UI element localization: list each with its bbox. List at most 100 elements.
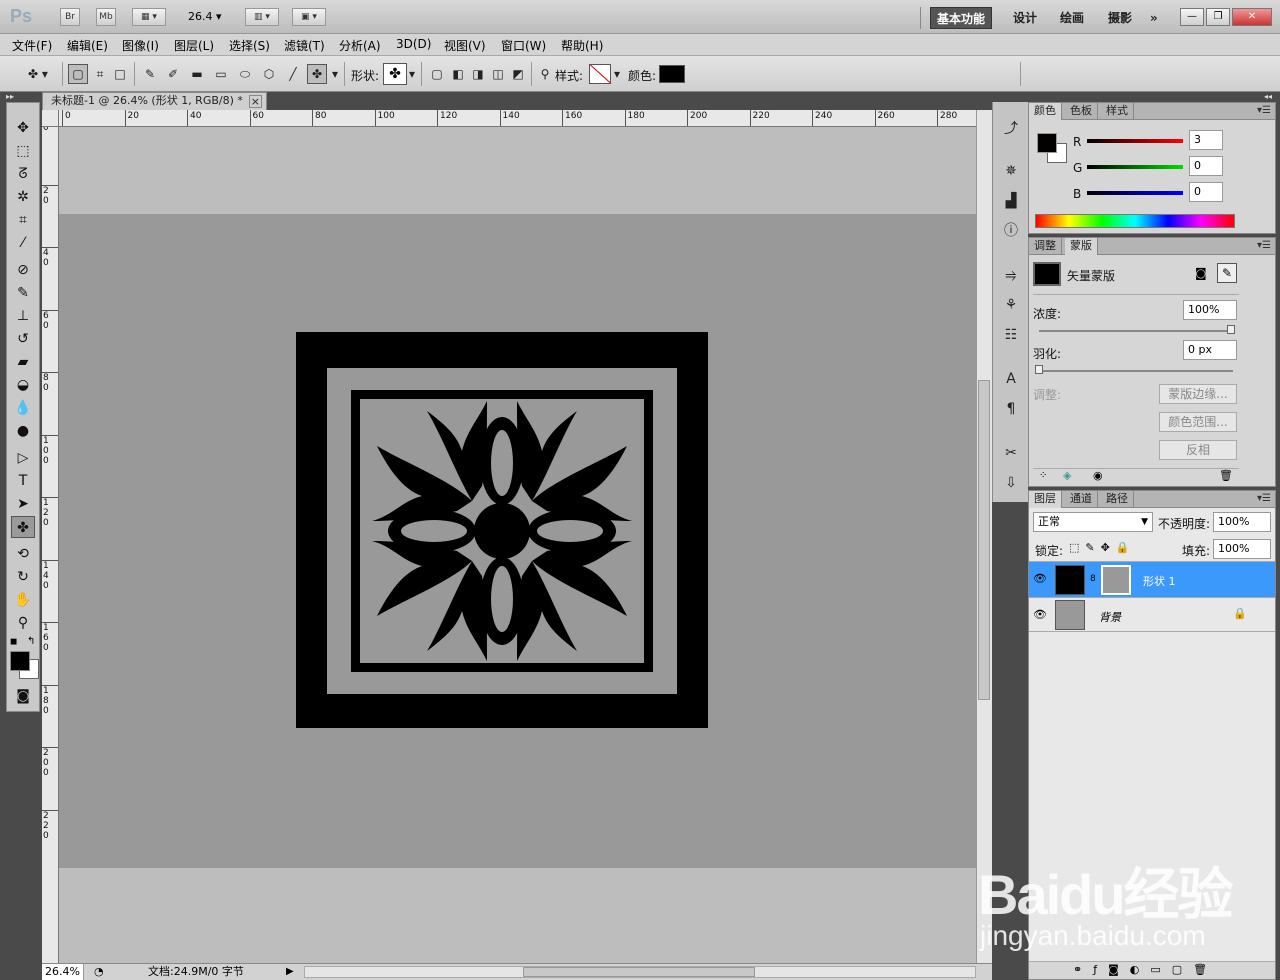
link-style-icon[interactable]: ⚲: [535, 64, 555, 84]
menu-view[interactable]: 视图(V): [444, 37, 486, 54]
layer-actions-icons[interactable]: ⚭ƒ◙◐▭▢🗑: [1073, 963, 1218, 976]
quick-mask-icon[interactable]: ◙: [11, 685, 35, 707]
navigator-icon[interactable]: ✵: [999, 160, 1023, 182]
bridge-button[interactable]: Br: [60, 8, 80, 26]
status-menu-arrow-icon[interactable]: ▶: [286, 964, 294, 980]
b-slider[interactable]: [1087, 191, 1183, 195]
r-slider[interactable]: [1087, 139, 1183, 143]
toolbar-collapse-icon[interactable]: ▸▸: [6, 92, 14, 101]
custom-shape-icon[interactable]: ✤: [307, 64, 327, 84]
shape-picker-arrow-icon[interactable]: ▾: [406, 64, 418, 84]
ruler-origin[interactable]: [42, 110, 59, 127]
history-brush-tool-icon[interactable]: ↺: [11, 328, 35, 350]
color-swatch[interactable]: [659, 65, 685, 83]
foreground-color-swatch[interactable]: [10, 651, 30, 671]
menu-3d[interactable]: 3D(D): [396, 37, 431, 51]
more-workspaces-icon[interactable]: »: [1150, 7, 1158, 29]
3d-rotate-tool-icon[interactable]: ⟲: [11, 543, 35, 565]
density-slider-thumb[interactable]: [1227, 325, 1235, 334]
menu-help[interactable]: 帮助(H): [561, 37, 603, 54]
pixel-mask-icon[interactable]: ◙: [1195, 266, 1207, 280]
subtract-from-shape-area-icon[interactable]: ◨: [468, 64, 488, 84]
style-picker-arrow-icon[interactable]: ▾: [611, 64, 623, 84]
tab-color[interactable]: 颜色: [1029, 103, 1062, 120]
workspace-photography[interactable]: 摄影: [1108, 7, 1132, 29]
layer-background-thumbnail[interactable]: [1055, 600, 1085, 630]
status-icon[interactable]: ◔: [94, 964, 104, 980]
animation-icon[interactable]: ⇩: [999, 472, 1023, 494]
character-icon[interactable]: A: [999, 368, 1023, 390]
layer-row-shape[interactable]: 👁 8 形状 1: [1029, 562, 1275, 598]
tab-layers[interactable]: 图层: [1029, 491, 1062, 508]
visibility-eye-icon[interactable]: 👁: [1033, 572, 1047, 585]
ellipse-icon[interactable]: ⬭: [235, 64, 255, 84]
geometry-options-icon[interactable]: ▾: [329, 64, 341, 84]
tab-masks[interactable]: 蒙版: [1065, 238, 1098, 255]
intersect-shape-areas-icon[interactable]: ◫: [488, 64, 508, 84]
load-selection-icon[interactable]: ⁘: [1039, 470, 1047, 481]
dodge-tool-icon[interactable]: ●: [11, 420, 35, 442]
add-to-shape-area-icon[interactable]: ◧: [448, 64, 468, 84]
default-colors-icon[interactable]: ◼: [10, 637, 17, 647]
rounded-rectangle-icon[interactable]: ▭: [211, 64, 231, 84]
style-picker[interactable]: [589, 64, 611, 84]
minimize-icon[interactable]: —: [1180, 8, 1204, 26]
path-selection-tool-icon[interactable]: ➤: [11, 493, 35, 515]
fg-color-box[interactable]: [1037, 133, 1057, 153]
menu-analysis[interactable]: 分析(A): [339, 37, 381, 54]
document-tab[interactable]: 未标题-1 @ 26.4% (形状 1, RGB/8) * ×: [42, 92, 267, 110]
custom-shape-tool-icon[interactable]: ✤: [11, 516, 35, 538]
density-slider[interactable]: [1039, 330, 1233, 332]
panel-menu-icon[interactable]: ▾☰: [1257, 105, 1271, 116]
brush-tool-icon[interactable]: ✎: [11, 282, 35, 304]
layer-row-background[interactable]: 👁 背景 🔒: [1029, 598, 1275, 632]
crop-tool-icon[interactable]: ⌗: [11, 209, 35, 231]
tab-swatches[interactable]: 色板: [1065, 103, 1098, 120]
tab-adjustments[interactable]: 调整: [1029, 238, 1062, 255]
zoom-tool-icon[interactable]: ⚲: [11, 612, 35, 634]
paragraph-icon[interactable]: ¶: [999, 398, 1023, 420]
vector-mask-icon[interactable]: ✎: [1217, 263, 1237, 283]
layer-name-background[interactable]: 背景: [1099, 609, 1121, 625]
eraser-tool-icon[interactable]: ▰: [11, 351, 35, 373]
ornament-shape[interactable]: [296, 332, 708, 728]
feather-input[interactable]: 0 px: [1183, 340, 1237, 360]
mask-edge-button[interactable]: 蒙版边缘...: [1159, 384, 1237, 404]
blend-mode-select[interactable]: 正常 ▼: [1033, 512, 1153, 532]
brush-presets-icon[interactable]: ⥤: [999, 264, 1023, 286]
pen-icon[interactable]: ✎: [140, 64, 160, 84]
panel-menu-icon[interactable]: ▾☰: [1257, 493, 1271, 504]
type-tool-icon[interactable]: T: [11, 470, 35, 492]
3d-panel-icon[interactable]: ✂: [999, 442, 1023, 464]
document-canvas[interactable]: [59, 214, 976, 868]
view-extras-button[interactable]: ▦ ▾: [132, 8, 166, 26]
tool-preset-picker[interactable]: ✤ ▾: [20, 64, 56, 84]
scroll-thumb[interactable]: [978, 380, 990, 700]
horizontal-scrollbar[interactable]: [304, 966, 976, 978]
paths-icon[interactable]: ⌗: [90, 64, 110, 84]
r-input[interactable]: 3: [1189, 130, 1223, 150]
create-new-shape-layer-icon[interactable]: ▢: [427, 64, 447, 84]
pen-tool-icon[interactable]: ▷: [11, 447, 35, 469]
histogram-icon[interactable]: ▟: [999, 190, 1023, 212]
menu-file[interactable]: 文件(F): [12, 37, 52, 54]
rectangle-icon[interactable]: ▬: [187, 64, 207, 84]
menu-window[interactable]: 窗口(W): [501, 37, 546, 54]
opacity-input[interactable]: 100%: [1213, 512, 1271, 532]
vector-mask-thumbnail[interactable]: [1033, 262, 1061, 286]
feather-slider-thumb[interactable]: [1035, 365, 1043, 374]
visibility-eye-icon[interactable]: 👁: [1033, 608, 1047, 621]
fill-pixels-icon[interactable]: □: [110, 64, 130, 84]
shape-layers-icon[interactable]: ▢: [68, 64, 88, 84]
history-icon[interactable]: ⤴: [999, 118, 1023, 140]
layer-fill-thumbnail[interactable]: [1055, 565, 1085, 595]
close-icon[interactable]: ✕: [1232, 8, 1272, 26]
tab-channels[interactable]: 通道: [1065, 491, 1098, 508]
swap-colors-icon[interactable]: ↰: [27, 636, 35, 647]
density-input[interactable]: 100%: [1183, 300, 1237, 320]
eyedropper-tool-icon[interactable]: ⁄: [11, 232, 35, 254]
apply-mask-icon[interactable]: ◈: [1063, 469, 1071, 482]
restore-icon[interactable]: ❐: [1206, 8, 1230, 26]
menu-filter[interactable]: 滤镜(T): [284, 37, 325, 54]
feather-slider[interactable]: [1039, 370, 1233, 372]
